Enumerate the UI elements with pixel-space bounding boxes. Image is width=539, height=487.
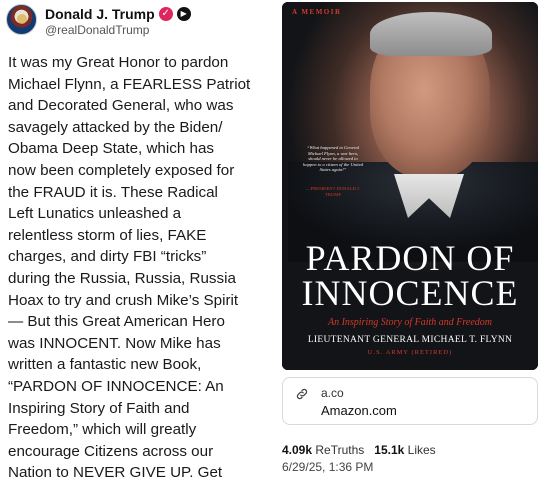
book-quote-author: —PRESIDENT DONALD J. TRUMP: [306, 186, 360, 197]
post-text-line: charges, and dirty FBI “tricks”: [8, 248, 207, 266]
retruths-label[interactable]: ReTruths: [315, 443, 364, 457]
post-body: It was my Great Honor to pardon Michael F…: [8, 52, 270, 484]
link-title: Amazon.com: [321, 403, 397, 418]
post-text-line: the FRAUD it is. These Radical: [8, 183, 218, 201]
post-text-line: Freedom,” which will greatly: [8, 421, 197, 439]
post-text-line: Michael Flynn, a FEARLESS Patriot: [8, 75, 251, 93]
verified-icon: ✓: [158, 7, 173, 21]
post-text-line: Nation to NEVER GIVE UP. Get: [8, 464, 223, 482]
name-row: Donald J. Trump ✓ ▶: [45, 6, 191, 22]
post-text-line: and Decorated General, who was: [8, 97, 234, 115]
book-title-line2: INNOCENCE: [301, 273, 519, 313]
book-title-line1: PARDON OF: [305, 238, 515, 278]
post-timestamp[interactable]: 6/29/25, 1:36 PM: [282, 460, 373, 474]
post-text-line: savagely attacked by the Biden/: [8, 118, 223, 136]
post-text-line: “PARDON OF INNOCENCE: An: [8, 377, 224, 395]
post-text-line: now been completely exposed for: [8, 161, 235, 179]
link-domain: a.co: [321, 386, 344, 400]
author-handle[interactable]: @realDonaldTrump: [45, 23, 149, 37]
link-preview-card[interactable]: a.co Amazon.com: [282, 377, 538, 425]
author-name[interactable]: Donald J. Trump: [45, 6, 155, 22]
post-text-line: encourage Citizens across our: [8, 442, 214, 460]
post-panel: Donald J. Trump ✓ ▶ @realDonaldTrump It …: [0, 0, 275, 487]
book-subtitle: An Inspiring Story of Faith and Freedom: [327, 317, 493, 328]
post-text-line: Inspiring Story of Faith and: [8, 399, 190, 417]
post-text-line: — But this Great American Hero: [8, 313, 225, 331]
retruths-count[interactable]: 4.09k: [282, 443, 312, 457]
post-text-line: Hoax to try and crush Mike’s Spirit: [8, 291, 239, 309]
book-author: LIEUTENANT GENERAL MICHAEL T. FLYNN: [307, 335, 513, 345]
avatar[interactable]: [6, 4, 37, 35]
post-text-line: It was my Great Honor to pardon: [8, 54, 229, 71]
post-text-line: during the Russia, Russia, Russia: [8, 269, 236, 287]
book-cover-hair: [370, 12, 492, 56]
post-text-line: was INNOCENT. Now Mike has: [8, 334, 221, 352]
truth-badge-icon: ▶: [176, 7, 191, 21]
post-text-line: Left Lunatics unleashed a: [8, 205, 182, 223]
book-author-rank: U.S. ARMY (RETIRED): [367, 349, 453, 356]
engagement-stats: 4.09k ReTruths 15.1k Likes: [282, 443, 436, 457]
likes-label[interactable]: Likes: [408, 443, 436, 457]
post-header: Donald J. Trump ✓ ▶ @realDonaldTrump: [6, 3, 271, 37]
post-text-line: written a fantastic new Book,: [8, 356, 202, 374]
post-text-line: Obama Deep State, which has: [8, 140, 214, 158]
likes-count[interactable]: 15.1k: [374, 443, 404, 457]
link-icon: [296, 388, 308, 400]
book-quote: “What happened to General Michael Flynn,…: [303, 145, 363, 173]
book-cover-image[interactable]: A MEMOIR “What happened to General Micha…: [282, 2, 538, 370]
post-text-line: relentless storm of lies, FAKE: [8, 226, 207, 244]
book-label: A MEMOIR: [292, 8, 342, 16]
